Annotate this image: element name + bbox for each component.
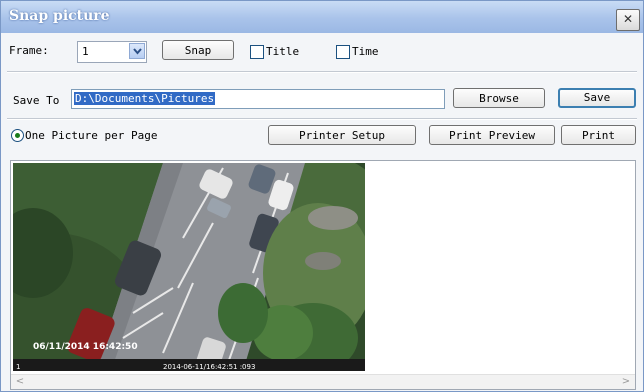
dialog-title: Snap picture (9, 8, 110, 24)
printer-setup-button[interactable]: Printer Setup (268, 125, 416, 145)
chevron-down-icon[interactable] (129, 43, 145, 59)
snap-button[interactable]: Snap (162, 40, 234, 60)
time-checkbox-label: Time (352, 45, 379, 58)
separator (7, 71, 637, 73)
scroll-left-icon[interactable]: < (13, 376, 27, 388)
print-button[interactable]: Print (561, 125, 636, 145)
snapshot-image: 06/11/2014 16:42:50 1 2014-06-11/16:42:5… (13, 163, 365, 371)
osd-timestamp: 06/11/2014 16:42:50 (33, 342, 138, 352)
frame-number: 1 (16, 363, 20, 371)
one-per-page-label: One Picture per Page (25, 129, 158, 142)
title-checkbox[interactable] (250, 45, 264, 59)
close-icon: ✕ (622, 12, 634, 26)
preview-panel[interactable]: 06/11/2014 16:42:50 1 2014-06-11/16:42:5… (10, 160, 636, 390)
capture-time: 2014-06-11/16:42:51 :093 (163, 363, 255, 371)
separator (7, 118, 637, 120)
snap-picture-dialog: Snap picture ✕ Frame: 1 Snap Title Time … (0, 0, 644, 392)
print-preview-button[interactable]: Print Preview (429, 125, 555, 145)
save-to-label: Save To (13, 94, 60, 107)
title-bar[interactable]: Snap picture ✕ (1, 1, 643, 33)
parking-lot-photo: 06/11/2014 16:42:50 1 2014-06-11/16:42:5… (13, 163, 365, 371)
save-path-value: D:\Documents\Pictures (74, 92, 216, 105)
title-checkbox-label: Title (266, 45, 300, 58)
horizontal-scrollbar[interactable]: < > (11, 374, 635, 389)
save-button[interactable]: Save (558, 88, 636, 108)
scroll-right-icon[interactable]: > (619, 376, 633, 388)
browse-button[interactable]: Browse (453, 88, 545, 108)
save-path-input[interactable]: D:\Documents\Pictures (71, 89, 445, 109)
radio-dot-icon (15, 133, 20, 138)
frame-label: Frame: (9, 44, 49, 57)
dialog-content: Frame: 1 Snap Title Time Save To D:\Docu… (7, 39, 637, 390)
frame-select[interactable]: 1 (77, 41, 147, 63)
close-button[interactable]: ✕ (616, 9, 640, 31)
frame-select-value: 1 (82, 45, 89, 58)
one-per-page-radio[interactable] (11, 129, 24, 142)
time-checkbox[interactable] (336, 45, 350, 59)
